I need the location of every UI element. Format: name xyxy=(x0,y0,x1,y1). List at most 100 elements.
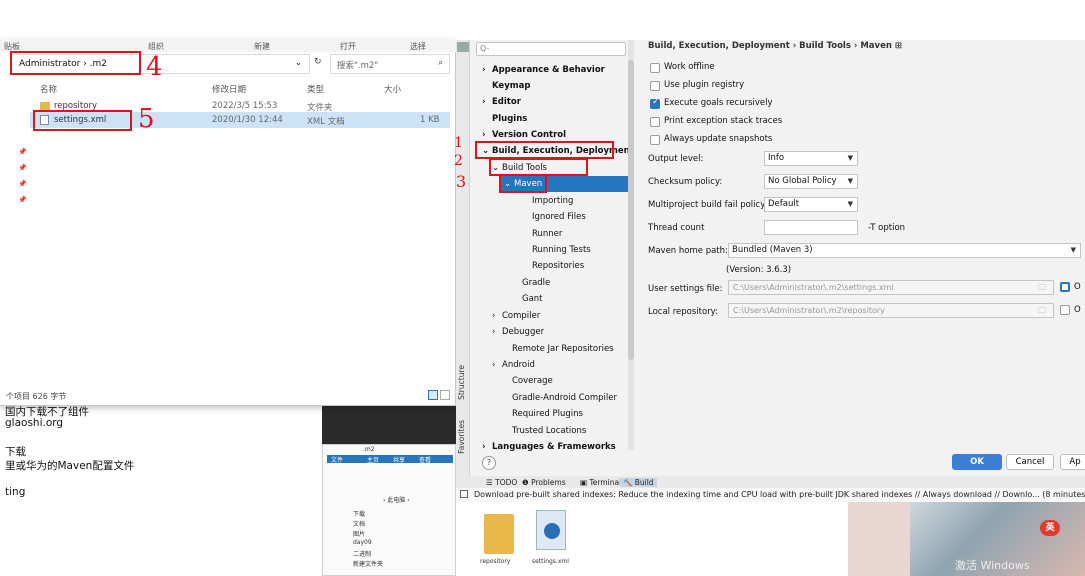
details-view-icon[interactable] xyxy=(428,390,438,400)
notification-text[interactable]: Download pre-built shared indexes: Reduc… xyxy=(474,490,1085,499)
checkbox-work-offline[interactable] xyxy=(650,63,660,73)
tree-chevron-icon[interactable]: › xyxy=(492,357,502,373)
problems-tab[interactable]: ❶ Problems xyxy=(522,478,566,487)
tree-chevron-icon[interactable]: › xyxy=(492,308,502,324)
checkbox-use-plugin-registry[interactable] xyxy=(650,81,660,91)
mini-tab[interactable]: 主页 xyxy=(367,455,379,464)
annotation-2: 2 xyxy=(454,153,463,169)
fail-policy-select[interactable]: Default ▼ xyxy=(764,197,858,212)
chevron-down-icon[interactable]: ⌄ xyxy=(295,58,302,67)
pin-icon[interactable]: 📌 xyxy=(18,196,27,204)
user-settings-input[interactable]: C:\Users\Administrator\.m2\settings.xml xyxy=(728,280,1054,295)
checkbox-always-update-snapshots[interactable] xyxy=(650,135,660,145)
chevron-down-icon: ▼ xyxy=(847,200,853,208)
thread-count-input[interactable] xyxy=(764,220,858,235)
override-checkbox[interactable] xyxy=(1060,305,1070,315)
tree-node-label: Languages & Frameworks xyxy=(492,442,616,452)
tree-node-compiler[interactable]: › Compiler xyxy=(472,308,628,324)
ok-button[interactable]: OK xyxy=(952,454,1002,470)
tree-node-gant[interactable]: Gant xyxy=(472,291,628,307)
tree-node-running-tests[interactable]: Running Tests xyxy=(472,242,628,258)
tree-node-trusted-locations[interactable]: Trusted Locations xyxy=(472,423,628,439)
settings-search-input[interactable]: Q- xyxy=(476,42,626,56)
tree-chevron-icon[interactable]: › xyxy=(492,324,502,340)
fail-policy-value: Default xyxy=(768,199,800,209)
local-repo-input[interactable]: C:\Users\Administrator\.m2\repository xyxy=(728,303,1054,318)
mini-ribbon-bar xyxy=(327,455,453,463)
mini-nav-item[interactable]: 图片 xyxy=(353,529,365,538)
column-date[interactable]: 修改日期 xyxy=(212,83,246,95)
tree-node-gradle[interactable]: Gradle xyxy=(472,275,628,291)
column-type[interactable]: 类型 xyxy=(307,83,324,95)
dialog-button-bar: ? OK Cancel Ap xyxy=(470,452,1085,476)
tree-chevron-icon[interactable]: › xyxy=(482,62,492,78)
apply-button[interactable]: Ap xyxy=(1060,454,1085,470)
note-line: 下载 xyxy=(5,446,26,458)
pin-icon[interactable]: 📌 xyxy=(18,180,27,188)
tree-node-remote-jar-repositories[interactable]: Remote Jar Repositories xyxy=(472,341,628,357)
tree-node-coverage[interactable]: Coverage xyxy=(472,373,628,389)
mini-explorer-window[interactable]: .m2 文件 主页 共享 查看 › 此电脑 › 下载 文档 图片 day09 二… xyxy=(322,444,456,576)
tree-node-keymap[interactable]: Keymap xyxy=(472,78,628,94)
file-label: settings.xml xyxy=(532,558,569,565)
tree-node-repositories[interactable]: Repositories xyxy=(472,258,628,274)
mini-tab[interactable]: 文件 xyxy=(331,455,343,464)
mini-explorer-title: .m2 xyxy=(363,446,375,453)
mini-nav-item[interactable]: 文档 xyxy=(353,519,365,528)
checkbox-print-exception-stack-traces[interactable] xyxy=(650,117,660,127)
mini-nav-item[interactable]: 下载 xyxy=(353,509,365,518)
cancel-button[interactable]: Cancel xyxy=(1006,454,1054,470)
search-input[interactable]: 搜索".m2" ⌕ xyxy=(330,54,450,74)
user-settings-label: User settings file: xyxy=(648,284,723,294)
column-size[interactable]: 大小 xyxy=(384,83,401,95)
tree-node-appearance-behavior[interactable]: › Appearance & Behavior xyxy=(472,62,628,78)
maven-home-select[interactable]: Bundled (Maven 3) ▼ xyxy=(728,243,1081,258)
tree-node-ignored-files[interactable]: Ignored Files xyxy=(472,209,628,225)
chevron-down-icon: ▼ xyxy=(847,177,853,185)
pin-icon[interactable]: 📌 xyxy=(18,148,27,156)
output-level-select[interactable]: Info ▼ xyxy=(764,151,858,166)
tree-node-importing[interactable]: Importing xyxy=(472,193,628,209)
file-type: XML 文档 xyxy=(307,117,345,127)
checksum-policy-select[interactable]: No Global Policy ▼ xyxy=(764,174,858,189)
project-icon[interactable] xyxy=(457,42,469,52)
column-name[interactable]: 名称 xyxy=(40,83,57,95)
tree-node-editor[interactable]: › Editor xyxy=(472,94,628,110)
tree-node-gradle-android-compiler[interactable]: Gradle-Android Compiler xyxy=(472,390,628,406)
tree-chevron-icon[interactable]: › xyxy=(482,94,492,110)
override-checkbox[interactable] xyxy=(1060,282,1070,292)
ime-indicator[interactable]: 英 xyxy=(1040,520,1060,536)
tree-node-label: Android xyxy=(502,360,535,370)
build-tab[interactable]: 🔨 Build xyxy=(620,478,657,487)
folder-icon[interactable]: 🗀 xyxy=(1038,305,1046,319)
tree-node-debugger[interactable]: › Debugger xyxy=(472,324,628,340)
mini-nav-item[interactable]: 二进制 xyxy=(353,549,371,558)
chevron-down-icon: ▼ xyxy=(847,154,853,162)
structure-tab[interactable]: Structure xyxy=(457,365,469,400)
mini-tab[interactable]: 查看 xyxy=(419,455,431,464)
maven-home-value: Bundled (Maven 3) xyxy=(732,245,813,255)
favorites-tab[interactable]: Favorites xyxy=(457,420,469,454)
folder-icon[interactable]: 🗀 xyxy=(1038,282,1046,296)
tree-node-android[interactable]: › Android xyxy=(472,357,628,373)
mini-nav-item[interactable]: day09 xyxy=(353,539,372,546)
tree-node-required-plugins[interactable]: Required Plugins xyxy=(472,406,628,422)
settings-tree: Q- › Appearance & Behavior Keymap › Editor Pl… xyxy=(472,40,634,452)
large-icons-view-icon[interactable] xyxy=(440,390,450,400)
tree-scroll-thumb[interactable] xyxy=(628,60,634,360)
checkbox-label: Always update snapshots xyxy=(664,134,773,144)
pin-icon[interactable]: 📌 xyxy=(18,164,27,172)
xml-file-icon[interactable] xyxy=(536,510,566,550)
help-button[interactable]: ? xyxy=(482,456,496,470)
tree-node-plugins[interactable]: Plugins xyxy=(472,111,628,127)
search-icon[interactable]: ⌕ xyxy=(438,58,443,68)
tree-node-runner[interactable]: Runner xyxy=(472,226,628,242)
mini-tab[interactable]: 共享 xyxy=(393,455,405,464)
tree-node-label: Remote Jar Repositories xyxy=(512,344,614,354)
todo-tab[interactable]: ☰ TODO xyxy=(486,478,517,487)
terminal-tab[interactable]: ▣ Terminal xyxy=(580,478,621,487)
mini-nav-item[interactable]: 新建文件夹 xyxy=(353,559,383,568)
refresh-icon[interactable]: ↻ xyxy=(314,57,322,67)
folder-icon[interactable] xyxy=(484,514,514,554)
checkbox-execute-goals-recursively[interactable] xyxy=(650,97,660,109)
